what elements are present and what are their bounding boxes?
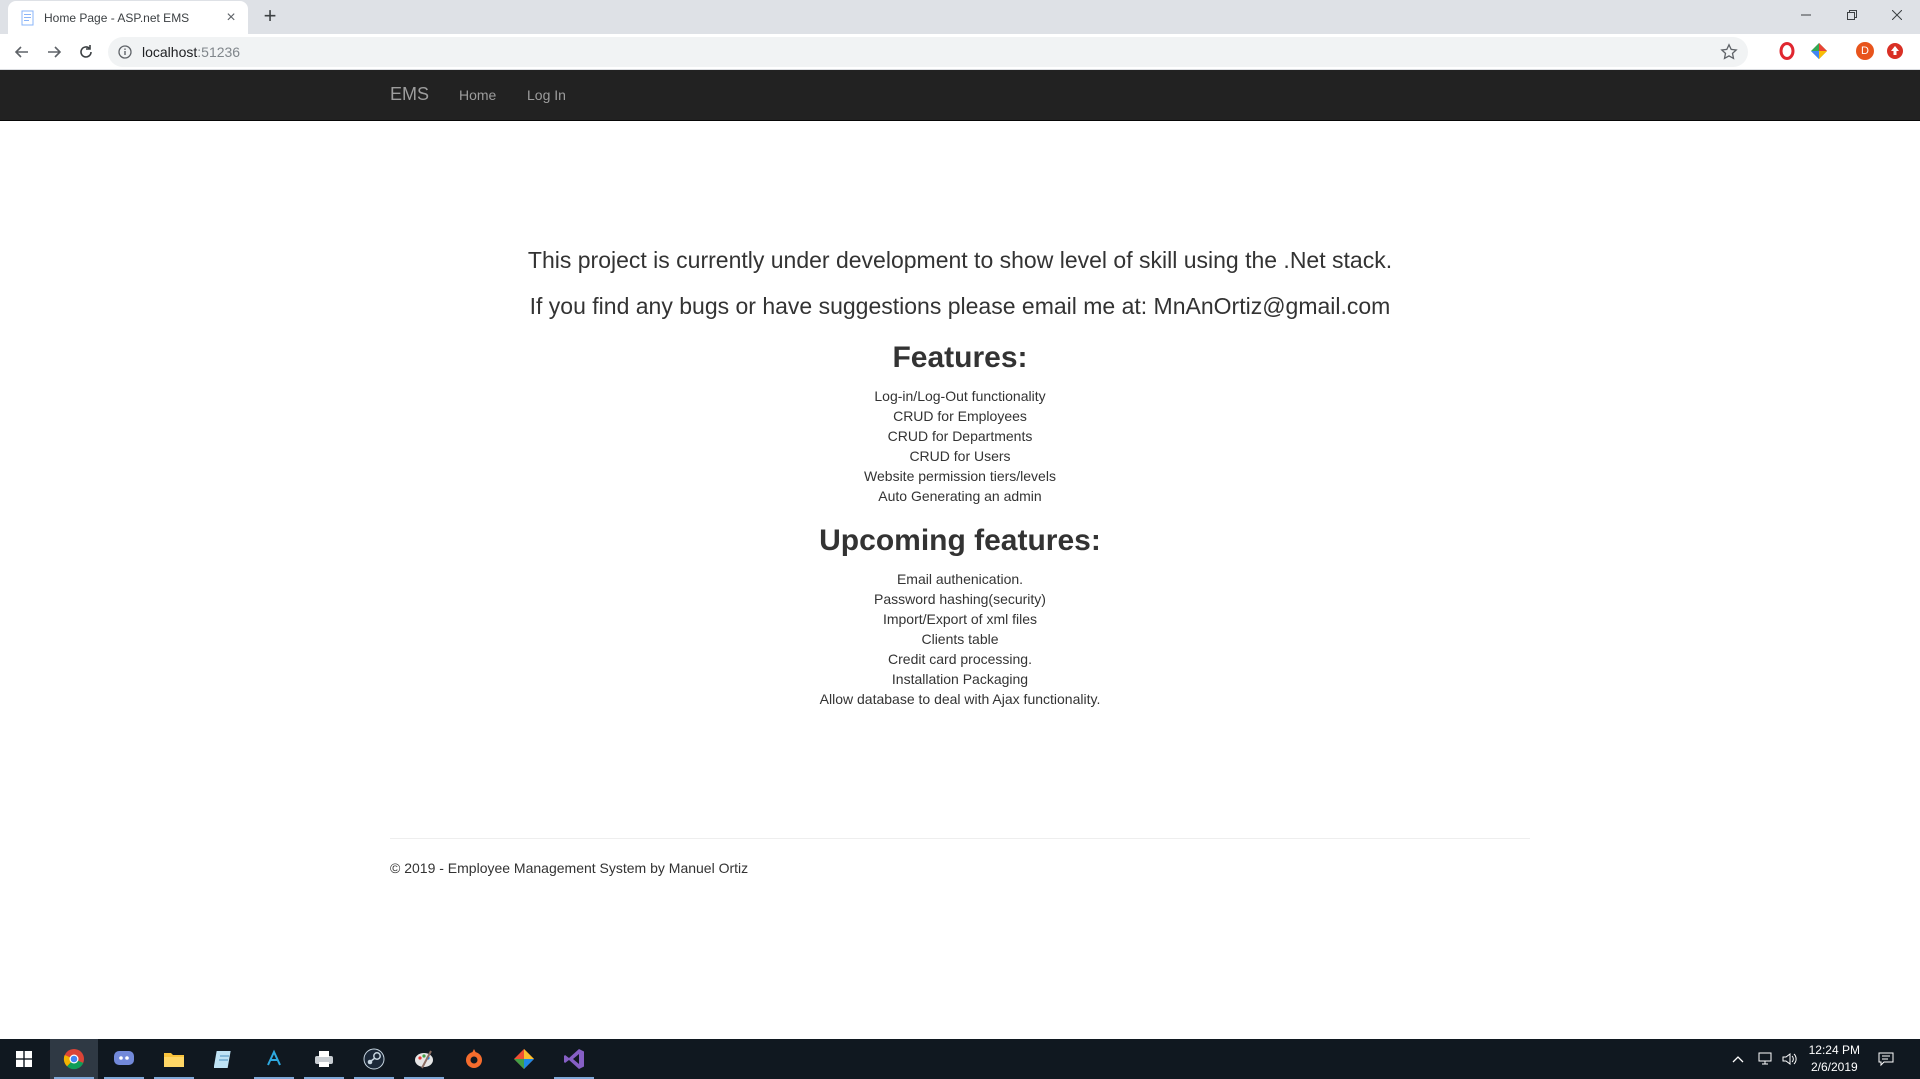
reload-button[interactable]: [74, 40, 98, 64]
taskbar-visual-studio[interactable]: [550, 1039, 598, 1079]
intro-line-2: If you find any bugs or have suggestions…: [529, 293, 1391, 319]
steam-icon: [363, 1048, 385, 1070]
file-explorer-icon: [164, 1053, 184, 1067]
notepad-icon: [214, 1051, 231, 1068]
bookmark-star-icon[interactable]: [1720, 43, 1738, 61]
feature-item: Auto Generating an admin: [878, 488, 1042, 504]
taskbar-chrome[interactable]: [50, 1039, 98, 1079]
printer-icon: [315, 1051, 333, 1067]
back-arrow-icon: [14, 46, 28, 58]
page-favicon-icon: [21, 10, 34, 25]
feature-item: CRUD for Employees: [893, 408, 1027, 424]
volume-icon: [1782, 1053, 1797, 1065]
tray-overflow-button[interactable]: [1732, 1039, 1744, 1079]
network-icon: [1758, 1052, 1772, 1065]
start-button[interactable]: [0, 1039, 48, 1079]
feature-item: CRUD for Users: [909, 448, 1011, 464]
network-status-button[interactable]: [1758, 1039, 1774, 1079]
notifications-icon: [1878, 1052, 1894, 1067]
opera-extension-icon[interactable]: [1778, 42, 1796, 60]
taskbar-printer[interactable]: [300, 1039, 348, 1079]
chevron-up-icon: [1732, 1056, 1744, 1063]
upcoming-features-heading: Upcoming features:: [819, 524, 1101, 557]
restore-window-button[interactable]: [1829, 0, 1875, 30]
back-button[interactable]: [10, 40, 34, 64]
features-list: Log-in/Log-Out functionality CRUD for Em…: [390, 386, 1530, 506]
taskbar-clock[interactable]: 12:24 PM 2/6/2019: [1809, 1042, 1860, 1076]
color-extension-icon[interactable]: [1810, 42, 1828, 60]
tab-title: Home Page - ASP.net EMS: [44, 10, 190, 25]
reload-icon: [80, 45, 92, 58]
minimize-icon: [1801, 14, 1811, 16]
chrome-icon: [63, 1049, 84, 1070]
taskbar-steam[interactable]: [350, 1039, 398, 1079]
feature-item: CRUD for Departments: [887, 428, 1033, 444]
site-navbar: EMS Home Log In: [0, 70, 1920, 121]
url-port: :51236: [197, 44, 241, 60]
update-icon[interactable]: [1886, 42, 1904, 60]
action-center-button[interactable]: [1878, 1039, 1894, 1079]
taskbar-azure-data-studio[interactable]: [250, 1039, 298, 1079]
clock-time: 12:24 PM: [1808, 1043, 1860, 1057]
forward-button[interactable]: [42, 40, 66, 64]
upcoming-features-list: Email authenication. Password hashing(se…: [390, 569, 1530, 709]
profile-avatar[interactable]: D: [1856, 42, 1874, 60]
feature-item: Website permission tiers/levels: [864, 468, 1056, 484]
upcoming-item: Installation Packaging: [891, 671, 1029, 687]
upcoming-item: Credit card processing.: [888, 651, 1032, 667]
upcoming-item: Email authenication.: [896, 571, 1024, 587]
origin-icon: [466, 1049, 482, 1068]
azure-data-studio-icon: [267, 1049, 281, 1066]
upcoming-item: Clients table: [921, 631, 999, 647]
upcoming-item: Allow database to deal with Ajax functio…: [819, 691, 1101, 707]
features-heading: Features:: [892, 341, 1028, 374]
browser-tab-strip: Home Page - ASP.net EMS × +: [0, 0, 1920, 34]
feature-item: Log-in/Log-Out functionality: [874, 388, 1046, 404]
taskbar-notepad[interactable]: [200, 1039, 248, 1079]
footer-divider: [390, 838, 1530, 839]
forward-arrow-icon: [48, 46, 62, 58]
brand-link[interactable]: EMS: [390, 84, 429, 105]
tab-close-icon[interactable]: ×: [222, 9, 240, 26]
url-text: localhost:51236: [142, 44, 240, 60]
volume-button[interactable]: [1782, 1039, 1798, 1079]
discord-icon: [114, 1051, 134, 1065]
taskbar-git[interactable]: [500, 1039, 548, 1079]
clock-date: 2/6/2019: [1810, 1060, 1858, 1074]
browser-toolbar: localhost:51236: [0, 34, 1920, 70]
browser-tab[interactable]: Home Page - ASP.net EMS ×: [8, 1, 248, 34]
close-icon: [1892, 10, 1902, 20]
taskbar-file-explorer[interactable]: [150, 1039, 198, 1079]
nav-link-login[interactable]: Log In: [527, 87, 566, 103]
intro-line-1: This project is currently under developm…: [527, 247, 1393, 273]
taskbar-origin[interactable]: [450, 1039, 498, 1079]
upcoming-item: Import/Export of xml files: [882, 611, 1038, 627]
paint-icon: [415, 1050, 433, 1069]
close-window-button[interactable]: [1874, 0, 1920, 30]
git-icon: [514, 1049, 534, 1069]
restore-icon: [1847, 10, 1857, 20]
url-host: localhost: [142, 44, 198, 60]
site-info-icon[interactable]: [118, 45, 132, 59]
visual-studio-icon: [564, 1049, 584, 1069]
new-tab-button[interactable]: +: [258, 5, 282, 29]
upcoming-item: Password hashing(security): [874, 591, 1046, 607]
windows-logo-icon: [16, 1051, 32, 1067]
minimize-window-button[interactable]: [1783, 0, 1829, 30]
footer-text: © 2019 - Employee Management System by M…: [390, 860, 749, 876]
address-bar[interactable]: localhost:51236: [108, 37, 1748, 67]
taskbar-paint[interactable]: [400, 1039, 448, 1079]
taskbar-discord[interactable]: [100, 1039, 148, 1079]
windows-taskbar: 12:24 PM 2/6/2019: [0, 1039, 1920, 1079]
nav-link-home[interactable]: Home: [459, 87, 496, 103]
